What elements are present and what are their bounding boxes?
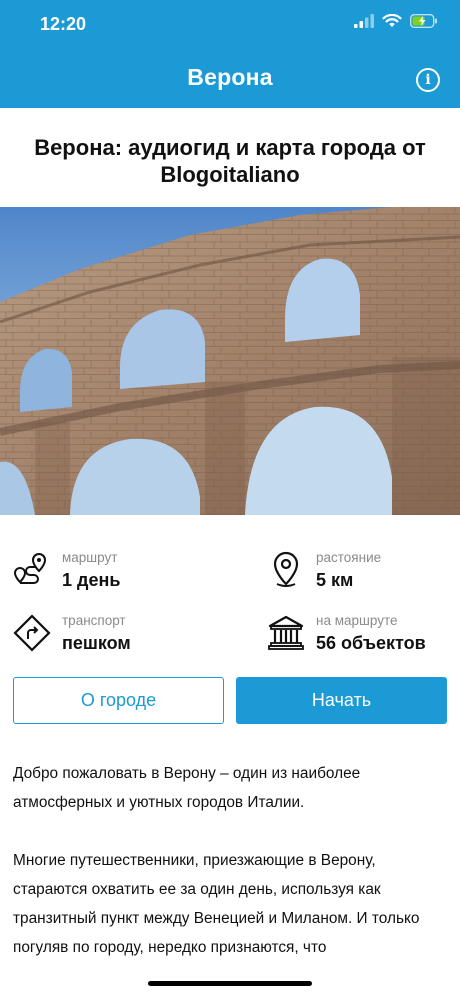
- objects-label: на маршруте: [316, 613, 398, 628]
- route-info: маршрут 1 день: [12, 550, 120, 592]
- direction-sign-icon: [13, 614, 51, 652]
- transport-label: транспорт: [62, 613, 126, 628]
- status-icons: [354, 14, 438, 28]
- hero-image: [0, 207, 460, 515]
- cellular-signal-icon: [354, 14, 374, 28]
- museum-icon: [268, 615, 304, 650]
- start-button[interactable]: Начать: [236, 677, 447, 724]
- description-paragraph-1: Добро пожаловать в Верону – один из наиб…: [13, 765, 361, 811]
- objects-info: на маршруте 56 объектов: [266, 613, 426, 655]
- location-pin-icon: [273, 551, 299, 587]
- objects-value: 56 объектов: [316, 633, 426, 653]
- description-paragraph-2: Многие путешественники, приезжающие в Ве…: [13, 852, 420, 956]
- route-value: 1 день: [62, 570, 121, 590]
- distance-label: растояние: [316, 550, 382, 565]
- transport-info: транспорт пешком: [12, 613, 131, 655]
- about-city-button[interactable]: О городе: [13, 677, 224, 724]
- info-icon[interactable]: i: [416, 68, 440, 92]
- transport-value: пешком: [62, 633, 131, 653]
- battery-charging-icon: [410, 14, 437, 28]
- wifi-icon: [382, 14, 402, 27]
- nav-title: Верона: [187, 64, 273, 90]
- home-indicator[interactable]: [148, 981, 312, 986]
- distance-info: растояние 5 км: [266, 550, 381, 592]
- description: Добро пожаловать в Верону – один из наиб…: [13, 759, 446, 991]
- page-title: Верона: аудиогид и карта города от Blogo…: [34, 135, 426, 187]
- route-icon: [13, 552, 47, 584]
- route-label: маршрут: [62, 550, 118, 565]
- top-bar: 12:20 Верона i: [0, 0, 460, 108]
- distance-value: 5 км: [316, 570, 354, 590]
- status-time: 12:20: [40, 14, 87, 34]
